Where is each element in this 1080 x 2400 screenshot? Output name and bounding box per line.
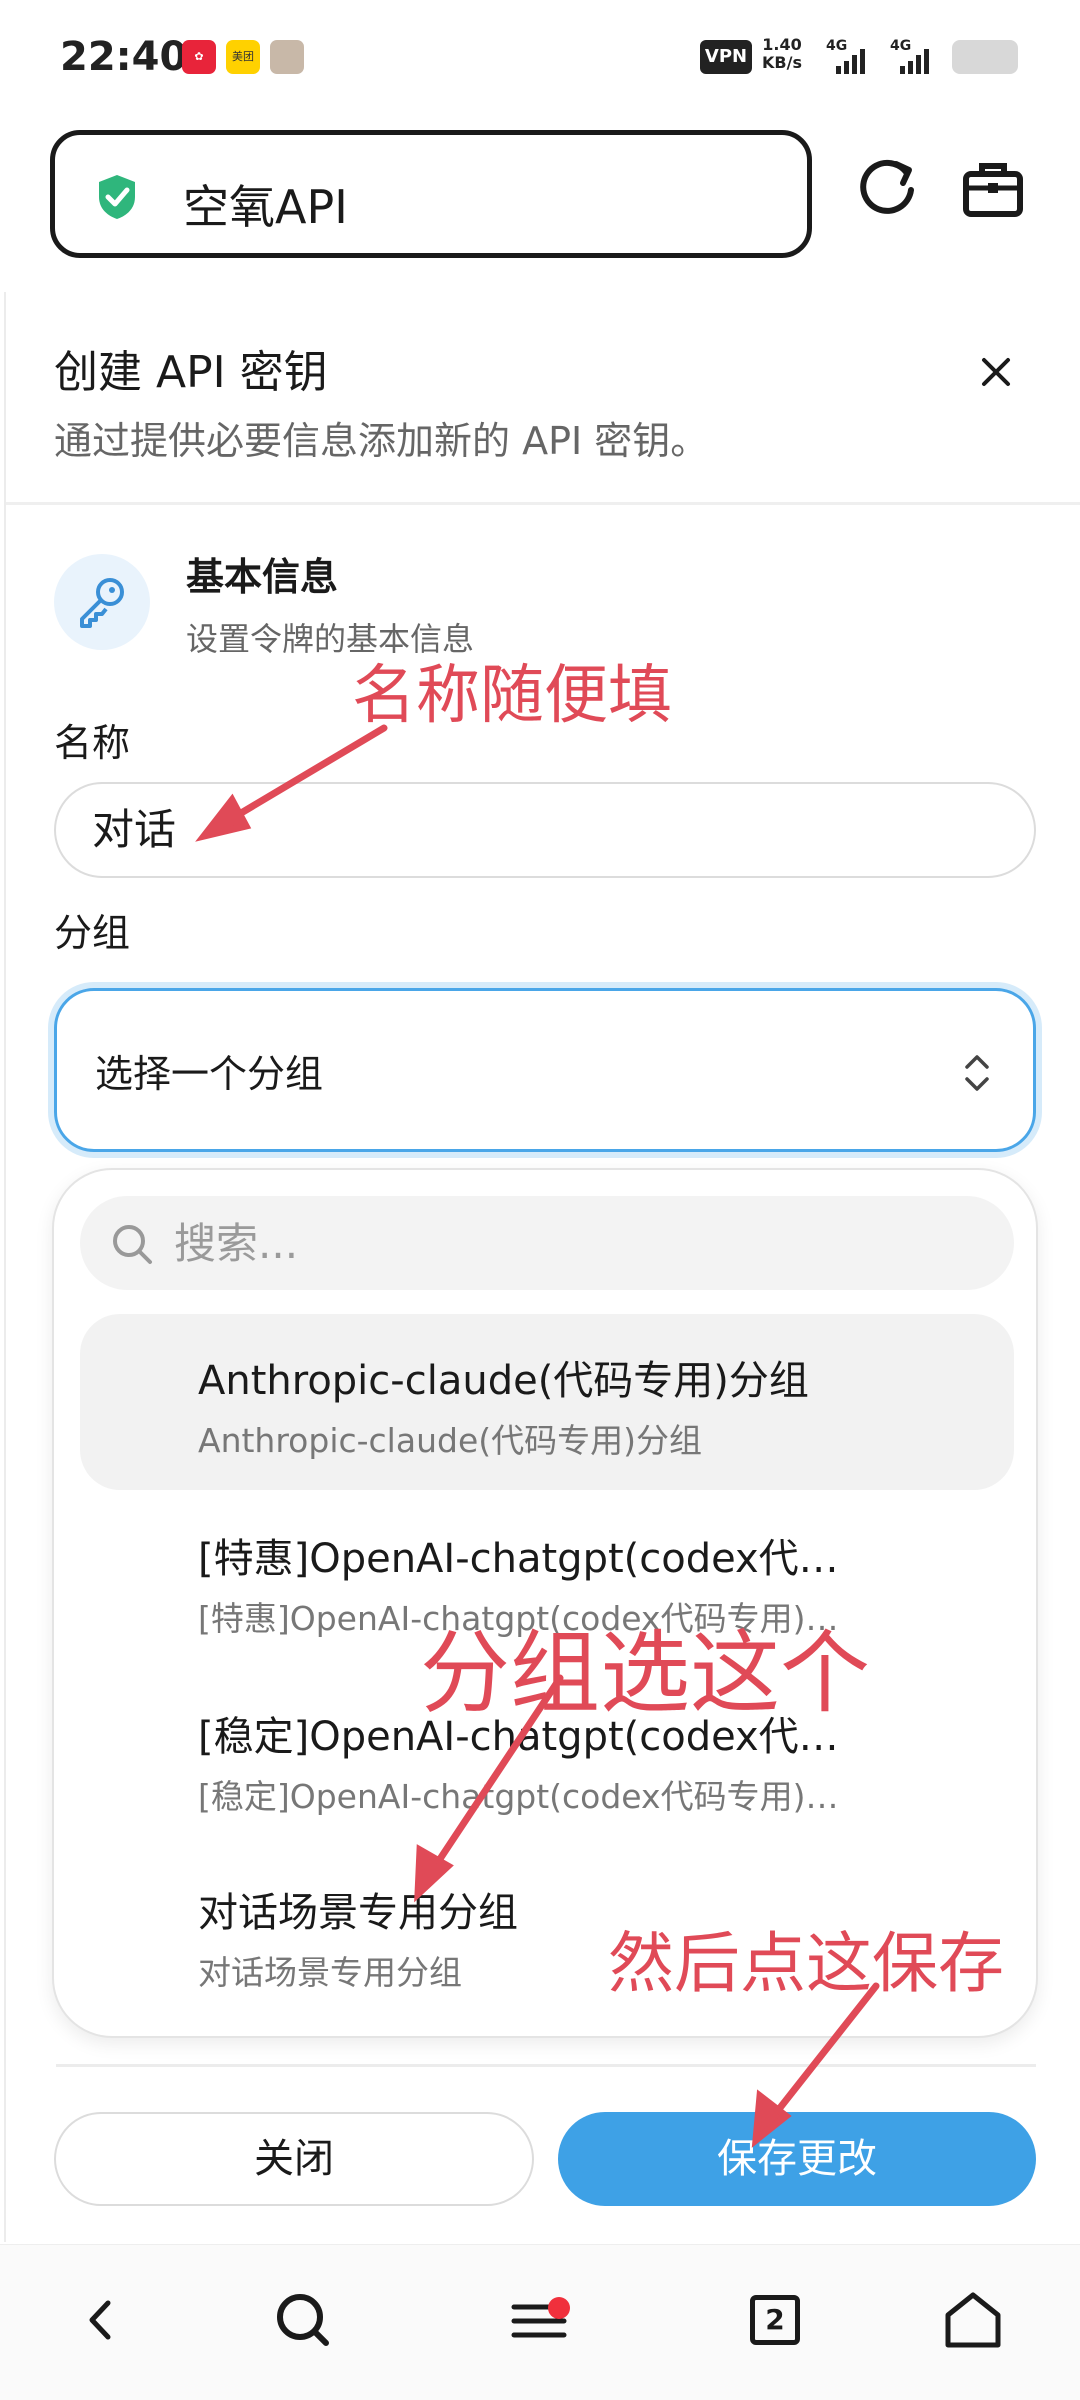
browser-toolbar: 空氧API	[0, 110, 1080, 290]
section-title: 基本信息	[186, 555, 339, 599]
group-label: 分组	[54, 911, 131, 955]
menu-icon[interactable]	[504, 2285, 574, 2355]
dropdown-search[interactable]	[80, 1196, 1014, 1290]
chevron-up-down-icon	[965, 1055, 989, 1091]
option-title: [特惠]OpenAI-chatgpt(codex代…	[198, 1536, 839, 1582]
dialog-title: 创建 API 密钥	[54, 347, 328, 398]
save-button[interactable]: 保存更改	[558, 2112, 1036, 2206]
address-bar[interactable]: 空氧API	[50, 130, 812, 258]
divider	[56, 2064, 1036, 2067]
close-icon[interactable]	[976, 352, 1016, 392]
name-label: 名称	[54, 721, 131, 765]
tab-count: 2	[750, 2295, 800, 2345]
vpn-badge: VPN	[700, 40, 752, 74]
meituan-icon: 美团	[226, 40, 260, 74]
option-title: 对话场景专用分组	[198, 1890, 518, 1936]
battery-icon	[952, 40, 1018, 74]
group-select-value: 选择一个分组	[95, 1052, 324, 1096]
toolbox-icon[interactable]	[962, 160, 1024, 218]
signal-icon	[836, 48, 865, 74]
option-subtitle: 对话场景专用分组	[198, 1953, 462, 1992]
status-bar: 22:40 ✿ 美团 VPN 1.40 KB/s 4G 4G	[0, 0, 1080, 110]
dialog-subtitle: 通过提供必要信息添加新的 API 密钥。	[54, 419, 709, 463]
home-icon[interactable]	[938, 2285, 1008, 2355]
search-icon	[113, 1225, 152, 1264]
annotation-name-hint: 名称随便填	[352, 659, 672, 733]
speed-value: 1.40	[762, 35, 802, 54]
group-select[interactable]: 选择一个分组	[54, 988, 1036, 1152]
option-subtitle: [稳定]OpenAI-chatgpt(codex代码专用)…	[198, 1777, 839, 1816]
divider	[6, 502, 1080, 505]
shield-check-icon	[99, 175, 135, 219]
reload-icon[interactable]	[856, 156, 918, 218]
close-button[interactable]: 关闭	[54, 2112, 534, 2206]
section-icon-wrap	[54, 554, 150, 650]
search-icon[interactable]	[268, 2285, 338, 2355]
search-input[interactable]	[174, 1196, 974, 1290]
annotation-save-hint: 然后点这保存	[608, 1925, 1004, 2002]
option-subtitle: Anthropic-claude(代码专用)分组	[198, 1421, 702, 1460]
network-speed: 1.40 KB/s	[762, 36, 802, 72]
status-time: 22:40	[60, 34, 188, 80]
name-input[interactable]: 对话	[54, 782, 1036, 878]
bottom-navigation: 2	[0, 2244, 1080, 2400]
pinduoduo-icon: ✿	[182, 40, 216, 74]
key-icon	[80, 578, 124, 628]
group-option[interactable]: Anthropic-claude(代码专用)分组 Anthropic-claud…	[80, 1314, 1014, 1490]
annotation-group-hint: 分组选这个	[420, 1621, 870, 1726]
back-icon[interactable]	[66, 2285, 136, 2355]
page-title: 空氧API	[183, 180, 348, 234]
signal-icon	[900, 48, 929, 74]
photo-icon	[270, 40, 304, 74]
tabs-icon[interactable]: 2	[740, 2285, 810, 2355]
notification-dot	[548, 2297, 570, 2319]
option-title: Anthropic-claude(代码专用)分组	[198, 1358, 809, 1404]
speed-unit: KB/s	[762, 53, 802, 72]
